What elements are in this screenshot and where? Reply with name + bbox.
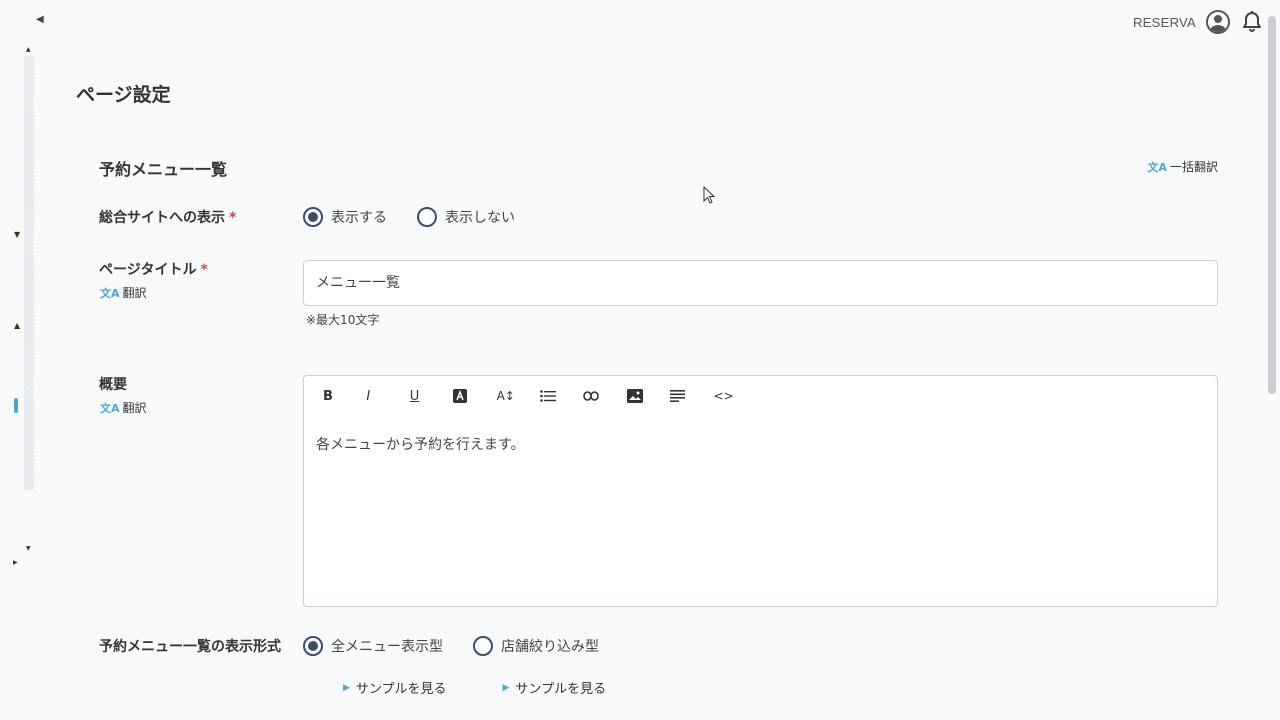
mouse-cursor-icon (703, 186, 715, 204)
page-title-input[interactable]: メニュー一覧 (303, 260, 1218, 306)
page-title: ページ設定 (76, 84, 171, 106)
summary-translate-link[interactable]: 文A 翻訳 (100, 399, 147, 416)
radio-circle-checked[interactable] (303, 636, 323, 656)
font-size-icon[interactable]: A↕ (490, 386, 533, 406)
editor-content[interactable]: 各メニューから予約を行えます。 (316, 434, 525, 454)
page-scrollbar[interactable] (1268, 16, 1276, 394)
radio-circle-checked[interactable] (303, 207, 323, 227)
radio-show[interactable]: 表示する (303, 207, 387, 227)
brand-name: RESERVA (1132, 14, 1196, 30)
translate-icon: 文A (100, 286, 120, 300)
sidebar-scroll-rail[interactable] (24, 56, 34, 490)
editor-toolbar: B I U A↕ <> (316, 386, 750, 406)
rail-up-icon[interactable]: ▲ (26, 46, 31, 53)
rail-up-icon[interactable]: ▲ (14, 321, 20, 330)
display-type-label: 予約メニュー一覧の表示形式 (99, 639, 281, 655)
font-color-icon[interactable] (446, 386, 489, 406)
bold-icon[interactable]: B (316, 386, 359, 406)
translate-icon: 文A (100, 401, 120, 415)
summary-rich-text-editor[interactable]: B I U A↕ <> 各メニューから予約を行えます。 (303, 375, 1218, 607)
align-left-icon[interactable] (663, 386, 706, 406)
collapse-sidebar-icon[interactable]: ◀ (36, 14, 44, 25)
sample-link-store-filter[interactable]: ▶ サンプルを見る (503, 678, 607, 697)
site-display-radio-group: 表示する 表示しない (303, 207, 515, 227)
rail-right-icon[interactable]: ▶ (13, 559, 18, 566)
underline-icon[interactable]: U (403, 386, 446, 406)
translate-icon: 文A (1147, 160, 1167, 174)
rail-position-marker (14, 398, 18, 413)
display-type-radio-group: 全メニュー表示型 店舗絞り込み型 (303, 636, 599, 656)
site-display-label: 総合サイトへの表示 * (99, 210, 237, 226)
bulk-translate-button[interactable]: 文A 一括翻訳 (1147, 158, 1218, 175)
italic-icon[interactable]: I (359, 386, 402, 406)
rail-down-icon[interactable]: ▼ (26, 545, 31, 552)
header-user-area: RESERVA (1133, 10, 1264, 34)
bell-icon[interactable] (1240, 10, 1264, 34)
radio-all-menu[interactable]: 全メニュー表示型 (303, 636, 443, 656)
sample-links: ▶ サンプルを見る ▶ サンプルを見る (343, 678, 606, 697)
rail-down-icon[interactable]: ▼ (14, 230, 20, 239)
radio-circle[interactable] (417, 207, 437, 227)
required-mark: * (229, 210, 237, 226)
summary-label: 概要 (99, 377, 127, 393)
radio-store-filter[interactable]: 店舗絞り込み型 (473, 636, 599, 656)
radio-circle[interactable] (473, 636, 493, 656)
page-title-hint: ※最大10文字 (306, 313, 380, 327)
link-icon[interactable] (576, 386, 619, 406)
code-icon[interactable]: <> (707, 386, 750, 406)
sample-link-all-menu[interactable]: ▶ サンプルを見る (343, 678, 447, 697)
bulleted-list-icon[interactable] (533, 386, 576, 406)
chevron-right-icon: ▶ (502, 682, 510, 693)
bulk-translate-label: 一括翻訳 (1169, 160, 1218, 174)
account-circle-icon[interactable] (1206, 10, 1230, 34)
required-mark: * (200, 262, 208, 278)
page-title-field-label: ページタイトル * (99, 262, 208, 278)
chevron-right-icon: ▶ (343, 682, 350, 693)
page-title-translate-link[interactable]: 文A 翻訳 (100, 284, 147, 301)
section-title: 予約メニュー一覧 (99, 160, 228, 179)
radio-hide[interactable]: 表示しない (417, 207, 515, 227)
image-icon[interactable] (620, 386, 663, 406)
